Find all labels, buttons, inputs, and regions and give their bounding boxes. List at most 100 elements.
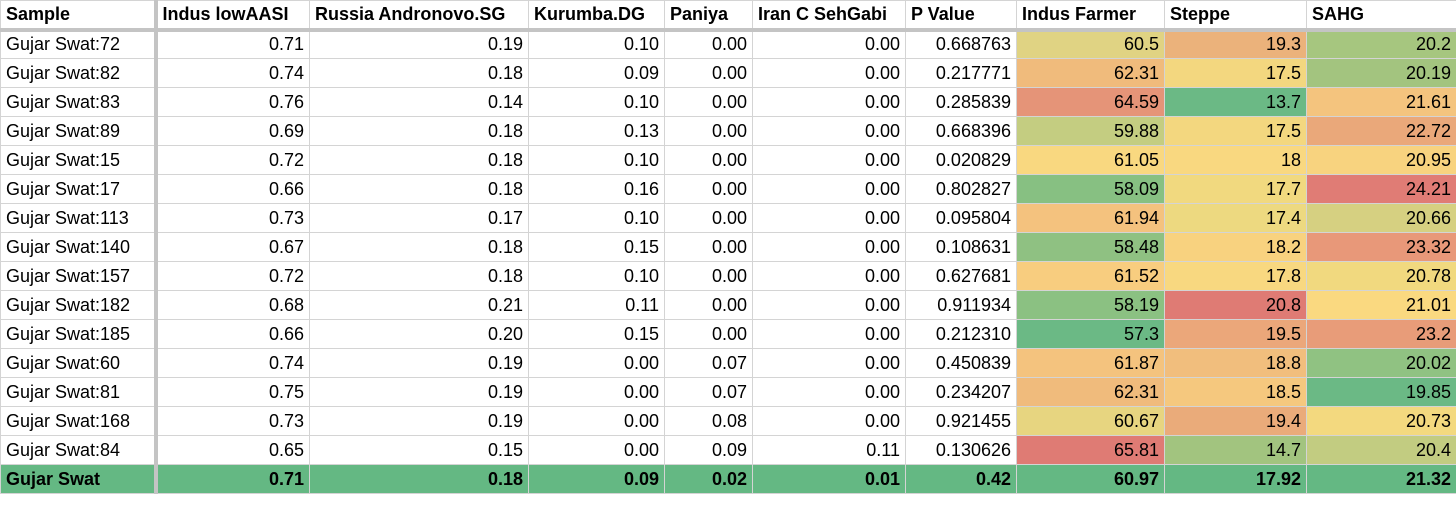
column-header[interactable]: Paniya — [664, 0, 753, 32]
value-cell[interactable]: 61.87 — [1016, 348, 1165, 378]
value-cell[interactable]: 60.97 — [1016, 464, 1165, 494]
value-cell[interactable]: 62.31 — [1016, 377, 1165, 407]
value-cell[interactable]: 0.00 — [664, 261, 753, 291]
value-cell[interactable]: 58.09 — [1016, 174, 1165, 204]
value-cell[interactable]: 57.3 — [1016, 319, 1165, 349]
value-cell[interactable]: 58.19 — [1016, 290, 1165, 320]
value-cell[interactable]: 0.71 — [155, 29, 310, 59]
value-cell[interactable]: 0.18 — [309, 261, 529, 291]
value-cell[interactable]: 0.212310 — [905, 319, 1017, 349]
sample-cell[interactable]: Gujar Swat:157 — [0, 261, 158, 291]
value-cell[interactable]: 20.95 — [1306, 145, 1456, 175]
value-cell[interactable]: 0.20 — [309, 319, 529, 349]
value-cell[interactable]: 0.09 — [528, 58, 665, 88]
value-cell[interactable]: 0.14 — [309, 87, 529, 117]
sample-cell[interactable]: Gujar Swat:113 — [0, 203, 158, 233]
sample-cell[interactable]: Gujar Swat:182 — [0, 290, 158, 320]
value-cell[interactable]: 0.00 — [664, 29, 753, 59]
value-cell[interactable]: 18.8 — [1164, 348, 1307, 378]
value-cell[interactable]: 0.21 — [309, 290, 529, 320]
value-cell[interactable]: 61.94 — [1016, 203, 1165, 233]
value-cell[interactable]: 0.00 — [664, 87, 753, 117]
value-cell[interactable]: 0.00 — [752, 348, 906, 378]
value-cell[interactable]: 65.81 — [1016, 435, 1165, 465]
value-cell[interactable]: 0.00 — [752, 58, 906, 88]
value-cell[interactable]: 20.19 — [1306, 58, 1456, 88]
value-cell[interactable]: 20.02 — [1306, 348, 1456, 378]
value-cell[interactable]: 0.00 — [752, 232, 906, 262]
value-cell[interactable]: 0.18 — [309, 58, 529, 88]
value-cell[interactable]: 0.15 — [528, 232, 665, 262]
sample-cell[interactable]: Gujar Swat — [0, 464, 158, 494]
value-cell[interactable]: 60.67 — [1016, 406, 1165, 436]
sample-cell[interactable]: Gujar Swat:81 — [0, 377, 158, 407]
value-cell[interactable]: 24.21 — [1306, 174, 1456, 204]
value-cell[interactable]: 0.02 — [664, 464, 753, 494]
value-cell[interactable]: 0.00 — [528, 377, 665, 407]
value-cell[interactable]: 17.8 — [1164, 261, 1307, 291]
value-cell[interactable]: 0.00 — [528, 406, 665, 436]
value-cell[interactable]: 0.00 — [752, 29, 906, 59]
value-cell[interactable]: 61.52 — [1016, 261, 1165, 291]
column-header[interactable]: Kurumba.DG — [528, 0, 665, 32]
value-cell[interactable]: 0.668763 — [905, 29, 1017, 59]
value-cell[interactable]: 0.73 — [155, 203, 310, 233]
value-cell[interactable]: 58.48 — [1016, 232, 1165, 262]
sample-cell[interactable]: Gujar Swat:84 — [0, 435, 158, 465]
value-cell[interactable]: 20.78 — [1306, 261, 1456, 291]
value-cell[interactable]: 22.72 — [1306, 116, 1456, 146]
value-cell[interactable]: 0.00 — [664, 174, 753, 204]
sample-cell[interactable]: Gujar Swat:89 — [0, 116, 158, 146]
value-cell[interactable]: 0.802827 — [905, 174, 1017, 204]
value-cell[interactable]: 0.01 — [752, 464, 906, 494]
value-cell[interactable]: 0.16 — [528, 174, 665, 204]
value-cell[interactable]: 0.19 — [309, 29, 529, 59]
value-cell[interactable]: 19.4 — [1164, 406, 1307, 436]
value-cell[interactable]: 0.10 — [528, 29, 665, 59]
value-cell[interactable]: 0.921455 — [905, 406, 1017, 436]
sample-cell[interactable]: Gujar Swat:140 — [0, 232, 158, 262]
value-cell[interactable]: 0.00 — [664, 319, 753, 349]
sample-cell[interactable]: Gujar Swat:15 — [0, 145, 158, 175]
value-cell[interactable]: 0.10 — [528, 87, 665, 117]
value-cell[interactable]: 0.668396 — [905, 116, 1017, 146]
value-cell[interactable]: 62.31 — [1016, 58, 1165, 88]
value-cell[interactable]: 0.00 — [752, 145, 906, 175]
value-cell[interactable]: 19.5 — [1164, 319, 1307, 349]
value-cell[interactable]: 0.18 — [309, 174, 529, 204]
value-cell[interactable]: 0.72 — [155, 145, 310, 175]
value-cell[interactable]: 20.8 — [1164, 290, 1307, 320]
value-cell[interactable]: 0.71 — [155, 464, 310, 494]
value-cell[interactable]: 0.00 — [752, 261, 906, 291]
column-header[interactable]: P Value — [905, 0, 1017, 32]
value-cell[interactable]: 0.285839 — [905, 87, 1017, 117]
value-cell[interactable]: 19.3 — [1164, 29, 1307, 59]
value-cell[interactable]: 0.19 — [309, 406, 529, 436]
value-cell[interactable]: 61.05 — [1016, 145, 1165, 175]
value-cell[interactable]: 13.7 — [1164, 87, 1307, 117]
value-cell[interactable]: 0.13 — [528, 116, 665, 146]
value-cell[interactable]: 0.00 — [752, 290, 906, 320]
value-cell[interactable]: 20.4 — [1306, 435, 1456, 465]
value-cell[interactable]: 0.10 — [528, 145, 665, 175]
value-cell[interactable]: 17.7 — [1164, 174, 1307, 204]
value-cell[interactable]: 0.18 — [309, 232, 529, 262]
value-cell[interactable]: 0.18 — [309, 464, 529, 494]
value-cell[interactable]: 0.67 — [155, 232, 310, 262]
value-cell[interactable]: 21.61 — [1306, 87, 1456, 117]
value-cell[interactable]: 14.7 — [1164, 435, 1307, 465]
value-cell[interactable]: 20.66 — [1306, 203, 1456, 233]
value-cell[interactable]: 0.00 — [752, 377, 906, 407]
value-cell[interactable]: 64.59 — [1016, 87, 1165, 117]
value-cell[interactable]: 60.5 — [1016, 29, 1165, 59]
value-cell[interactable]: 21.32 — [1306, 464, 1456, 494]
value-cell[interactable]: 0.108631 — [905, 232, 1017, 262]
value-cell[interactable]: 0.15 — [528, 319, 665, 349]
value-cell[interactable]: 0.08 — [664, 406, 753, 436]
value-cell[interactable]: 0.15 — [309, 435, 529, 465]
value-cell[interactable]: 0.19 — [309, 377, 529, 407]
column-header[interactable]: Iran C SehGabi — [752, 0, 906, 32]
value-cell[interactable]: 0.69 — [155, 116, 310, 146]
value-cell[interactable]: 19.85 — [1306, 377, 1456, 407]
value-cell[interactable]: 23.32 — [1306, 232, 1456, 262]
